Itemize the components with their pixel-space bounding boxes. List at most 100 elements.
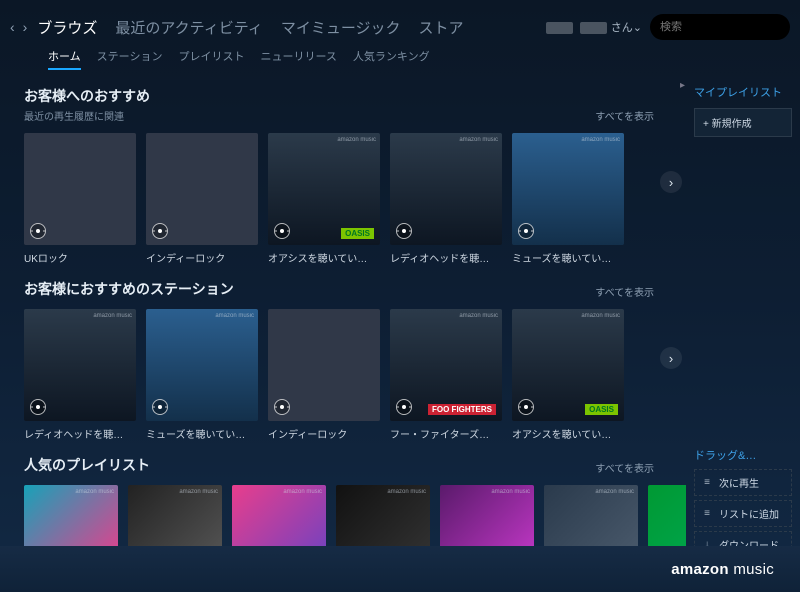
action-icon: ≡ — [701, 508, 713, 519]
show-all-link[interactable]: すべてを表示 — [595, 108, 654, 123]
card[interactable]: amazon music ミューズを聴いてい… — [512, 133, 624, 265]
album-art[interactable]: amazon music — [146, 309, 258, 421]
main-tabs: ブラウズ最近のアクティビティマイミュージックストア — [37, 17, 545, 38]
card-label: フー・ファイターズ… — [390, 426, 502, 441]
card-label: インディーロック — [268, 426, 380, 441]
brand-label: amazon music — [459, 137, 498, 143]
brand-label: amazon music — [283, 489, 322, 495]
brand-label: amazon music — [459, 313, 498, 319]
brand-label: amazon music — [75, 489, 114, 495]
card[interactable]: UKロック — [24, 133, 136, 265]
main-tab-1[interactable]: 最近のアクティビティ — [115, 17, 262, 38]
main-tab-0[interactable]: ブラウズ — [37, 17, 97, 38]
main-tab-2[interactable]: マイミュージック — [281, 17, 401, 38]
station-icon — [30, 223, 46, 239]
card[interactable]: インディーロック — [146, 133, 258, 265]
card[interactable]: amazon music OASIS オアシスを聴いてい… — [268, 133, 380, 265]
card[interactable]: amazon music レディオヘッドを聴… — [24, 309, 136, 441]
album-art[interactable] — [146, 133, 258, 245]
action-label: 次に再生 — [719, 475, 759, 490]
card[interactable]: amazon music レディオヘッドを聴… — [390, 133, 502, 265]
section-title: お客様におすすめのステーション — [24, 279, 234, 299]
station-icon — [152, 223, 168, 239]
sub-tab-0[interactable]: ホーム — [48, 48, 81, 70]
main-column: お客様へのおすすめ最近の再生履歴に関連すべてを表示UKロックインディーロックam… — [0, 76, 686, 558]
sub-tab-2[interactable]: プレイリスト — [178, 48, 244, 70]
card-row: amazon music レディオヘッドを聴… amazon music ミューズを聴… — [24, 309, 678, 441]
brand-label: amazon music — [595, 489, 634, 495]
show-all-link[interactable]: すべてを表示 — [595, 460, 654, 475]
action-icon: ≡ — [701, 477, 713, 488]
card[interactable]: amazon music ミューズを聴いてい… — [146, 309, 258, 441]
station-icon — [30, 399, 46, 415]
card-label: オアシスを聴いてい… — [512, 426, 624, 441]
album-art[interactable]: amazon music — [390, 133, 502, 245]
main-tab-3[interactable]: ストア — [419, 17, 464, 38]
user-name-redacted: xx — [546, 22, 573, 34]
brand-label: amazon music — [337, 137, 376, 143]
album-art[interactable] — [24, 133, 136, 245]
row-next-icon[interactable]: › — [660, 347, 682, 369]
drag-action-0[interactable]: ≡ 次に再生 — [694, 469, 792, 496]
brand-label: amazon music — [581, 137, 620, 143]
nav-back-icon[interactable]: ‹ — [10, 19, 15, 35]
section-title: 人気のプレイリスト — [24, 455, 150, 475]
card-label: レディオヘッドを聴… — [24, 426, 136, 441]
chevron-down-icon: ⌄ — [633, 22, 642, 34]
art-tag: FOO FIGHTERS — [428, 404, 496, 415]
brand-label: amazon music — [215, 313, 254, 319]
drag-action-1[interactable]: ≡リストに追加 — [694, 500, 792, 527]
show-all-link[interactable]: すべてを表示 — [595, 284, 654, 299]
station-icon — [274, 223, 290, 239]
drag-actions: ≡次に再生≡リストに追加↓ダウンロード — [694, 469, 792, 558]
row-next-icon[interactable]: › — [660, 171, 682, 193]
station-icon — [518, 399, 534, 415]
card-label: オアシスを聴いてい… — [268, 250, 380, 265]
album-art[interactable]: amazon music FOO FIGHTERS — [390, 309, 502, 421]
sub-tab-3[interactable]: ニューリリース — [260, 48, 336, 70]
art-tag: OASIS — [585, 404, 618, 415]
album-art[interactable]: amazon music OASIS — [268, 133, 380, 245]
topbar: ‹ › ブラウズ最近のアクティビティマイミュージックストア xx xxさん⌄ ⌕ — [0, 0, 800, 48]
art-tag: OASIS — [341, 228, 374, 239]
card[interactable]: amazon music FOO FIGHTERS フー・ファイターズ… — [390, 309, 502, 441]
album-art[interactable]: amazon music — [24, 309, 136, 421]
card-label: ミューズを聴いてい… — [146, 426, 258, 441]
station-icon — [518, 223, 534, 239]
section-2: 人気のプレイリスト すべてを表示 amazon music amazon music a… — [24, 455, 678, 558]
brand-label: amazon music — [581, 313, 620, 319]
section-title: お客様へのおすすめ — [24, 86, 150, 106]
card-label: レディオヘッドを聴… — [390, 250, 502, 265]
album-art[interactable] — [268, 309, 380, 421]
section-head: 人気のプレイリスト すべてを表示 — [24, 455, 678, 475]
section-subtitle: 最近の再生履歴に関連 — [24, 108, 150, 123]
station-icon — [396, 399, 412, 415]
section-head: お客様におすすめのステーション すべてを表示 — [24, 279, 678, 299]
sub-tab-1[interactable]: ステーション — [97, 48, 163, 70]
sub-tabs: ホームステーションプレイリストニューリリース人気ランキング — [0, 48, 800, 76]
search-box[interactable]: ⌕ — [650, 14, 790, 40]
card-row: UKロックインディーロック amazon music OASIS オアシスを聴いてい…… — [24, 133, 678, 265]
card-label: インディーロック — [146, 250, 258, 265]
drag-title: ドラッグ&… — [694, 447, 792, 463]
new-playlist-button[interactable]: 新規作成 — [694, 108, 792, 137]
album-art[interactable]: amazon music OASIS — [512, 309, 624, 421]
card-label: ミューズを聴いてい… — [512, 250, 624, 265]
brand-label: amazon music — [387, 489, 426, 495]
nav-forward-icon[interactable]: › — [23, 19, 28, 35]
section-1: お客様におすすめのステーション すべてを表示 amazon music レディオヘッド… — [24, 279, 678, 441]
card[interactable]: インディーロック — [268, 309, 380, 441]
station-icon — [396, 223, 412, 239]
search-input[interactable] — [660, 21, 800, 33]
user-menu[interactable]: xx xxさん⌄ — [546, 19, 642, 35]
section-head: お客様へのおすすめ最近の再生履歴に関連 すべてを表示 — [24, 86, 678, 123]
sidebar-collapse-icon[interactable]: ▸ — [680, 80, 685, 91]
station-icon — [152, 399, 168, 415]
content: お客様へのおすすめ最近の再生履歴に関連すべてを表示UKロックインディーロックam… — [0, 76, 800, 558]
nav-arrows: ‹ › — [10, 19, 27, 35]
sidebar-title: マイプレイリスト — [694, 84, 792, 100]
album-art[interactable]: amazon music — [512, 133, 624, 245]
station-icon — [274, 399, 290, 415]
sub-tab-4[interactable]: 人気ランキング — [353, 48, 430, 70]
card[interactable]: amazon music OASIS オアシスを聴いてい… — [512, 309, 624, 441]
